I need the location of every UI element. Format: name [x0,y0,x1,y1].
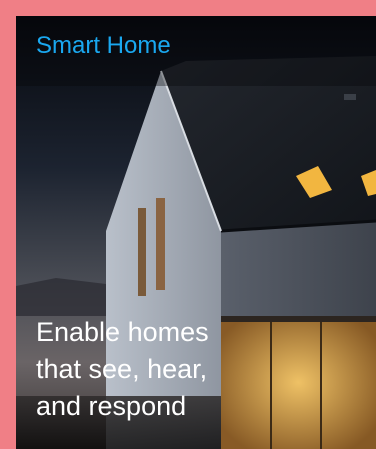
smart-home-card[interactable]: Smart Home Enable homes that see, hear, … [16,16,376,449]
caption-line: that see, hear, [36,354,208,384]
card-title: Smart Home [36,32,171,59]
caption-line: and respond [36,391,187,421]
caption-line: Enable homes [36,317,209,347]
card-caption: Enable homes that see, hear, and respond [36,314,276,425]
